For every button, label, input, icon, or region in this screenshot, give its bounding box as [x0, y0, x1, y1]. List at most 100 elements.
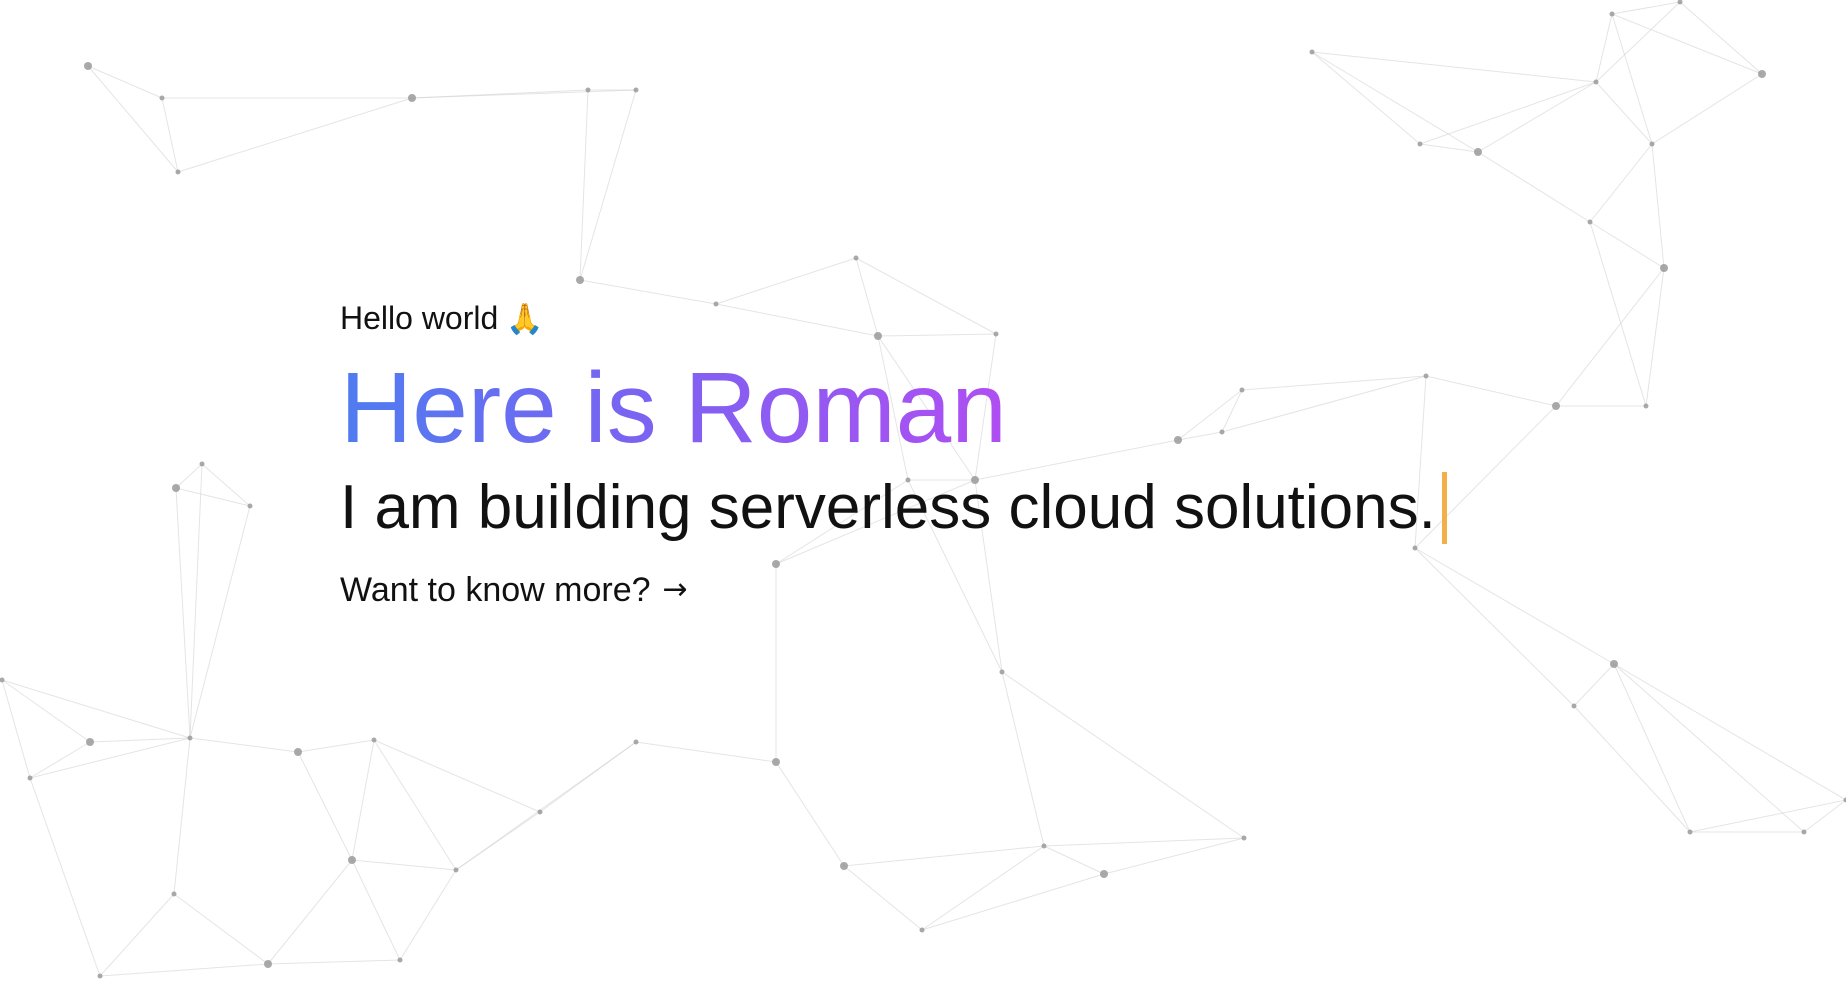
network-edge	[1573, 663, 1615, 707]
greeting: Hello world 🙏	[340, 296, 1447, 342]
network-edge	[843, 845, 1045, 867]
network-node	[1643, 403, 1649, 409]
network-node	[853, 255, 859, 261]
network-node	[840, 862, 848, 870]
network-node	[1417, 141, 1423, 147]
network-node	[1801, 829, 1807, 835]
network-node	[1687, 829, 1693, 835]
network-edge	[267, 859, 353, 965]
network-edge	[177, 97, 413, 173]
network-edge	[175, 463, 203, 489]
network-node	[27, 775, 33, 781]
network-node	[1474, 148, 1482, 156]
network-edge	[1611, 13, 1763, 75]
folded-hands-icon: 🙏	[506, 302, 544, 337]
network-node	[397, 957, 403, 963]
network-node	[348, 856, 356, 864]
network-node	[172, 484, 180, 492]
network-edge	[1001, 671, 1045, 847]
network-node	[1660, 264, 1668, 272]
page-title: Here is Roman	[340, 352, 1007, 464]
network-edge	[297, 751, 353, 861]
network-edge	[1651, 73, 1763, 145]
network-node	[633, 87, 639, 93]
network-node	[576, 276, 584, 284]
network-edge	[351, 859, 401, 961]
network-edge	[373, 739, 541, 813]
network-edge	[1645, 267, 1665, 407]
network-node	[633, 739, 639, 745]
network-edge	[1573, 705, 1691, 833]
network-edge	[351, 739, 375, 861]
network-node	[1609, 11, 1615, 17]
network-node	[97, 973, 103, 979]
network-node	[1593, 79, 1599, 85]
network-edge	[29, 741, 91, 779]
network-edge	[1, 679, 191, 739]
network-edge	[399, 869, 457, 961]
network-node	[1309, 49, 1315, 55]
network-node	[264, 960, 272, 968]
network-edge	[267, 959, 401, 965]
network-edge	[635, 741, 777, 763]
network-edge	[579, 89, 589, 281]
network-edge	[297, 739, 375, 753]
network-node	[159, 95, 165, 101]
network-edge	[1043, 837, 1245, 847]
network-edge	[29, 777, 101, 977]
network-edge	[1589, 221, 1665, 269]
network-edge	[1477, 151, 1591, 223]
network-node	[1758, 70, 1766, 78]
network-edge	[87, 65, 163, 99]
text-cursor	[1441, 472, 1447, 544]
greeting-text: Hello world	[340, 300, 499, 336]
network-edge	[87, 65, 179, 173]
network-edge	[921, 873, 1105, 931]
network-edge	[173, 893, 269, 965]
network-node	[247, 503, 253, 509]
network-node	[1571, 703, 1577, 709]
arrow-right-icon: →	[662, 572, 688, 607]
network-node	[1610, 660, 1618, 668]
network-edge	[99, 893, 175, 977]
network-edge	[411, 89, 637, 99]
network-node	[1552, 402, 1560, 410]
network-node	[199, 461, 205, 467]
network-edge	[1651, 143, 1665, 269]
network-edge	[1, 679, 91, 743]
network-edge	[189, 737, 299, 753]
network-node	[1100, 870, 1108, 878]
network-node	[294, 748, 302, 756]
network-edge	[1419, 143, 1479, 153]
network-node	[175, 169, 181, 175]
network-edge	[1613, 663, 1691, 833]
network-edge	[455, 811, 541, 871]
network-edge	[775, 761, 845, 867]
network-node	[408, 94, 416, 102]
know-more-label: Want to know more?	[340, 571, 651, 609]
network-node	[1241, 835, 1247, 841]
network-edge	[1595, 81, 1653, 145]
network-edge	[1103, 837, 1245, 875]
network-node	[187, 735, 193, 741]
network-edge	[843, 865, 923, 931]
tagline-text: I am building serverless cloud solutions…	[340, 473, 1436, 542]
network-edge	[161, 97, 179, 173]
network-edge	[175, 487, 251, 507]
network-edge	[373, 739, 457, 871]
network-edge	[1595, 1, 1681, 83]
network-node	[1041, 843, 1047, 849]
network-edge	[579, 89, 637, 281]
know-more-link[interactable]: Want to know more? →	[340, 568, 688, 612]
network-node	[999, 669, 1005, 675]
network-edge	[1589, 221, 1647, 407]
network-edge	[1689, 799, 1846, 833]
network-node	[772, 758, 780, 766]
network-node	[1649, 141, 1655, 147]
network-edge	[1, 679, 31, 779]
network-edge	[1043, 845, 1105, 875]
network-edge	[1613, 663, 1846, 801]
network-edge	[99, 963, 269, 977]
network-edge	[1589, 143, 1653, 223]
network-edge	[175, 487, 191, 739]
